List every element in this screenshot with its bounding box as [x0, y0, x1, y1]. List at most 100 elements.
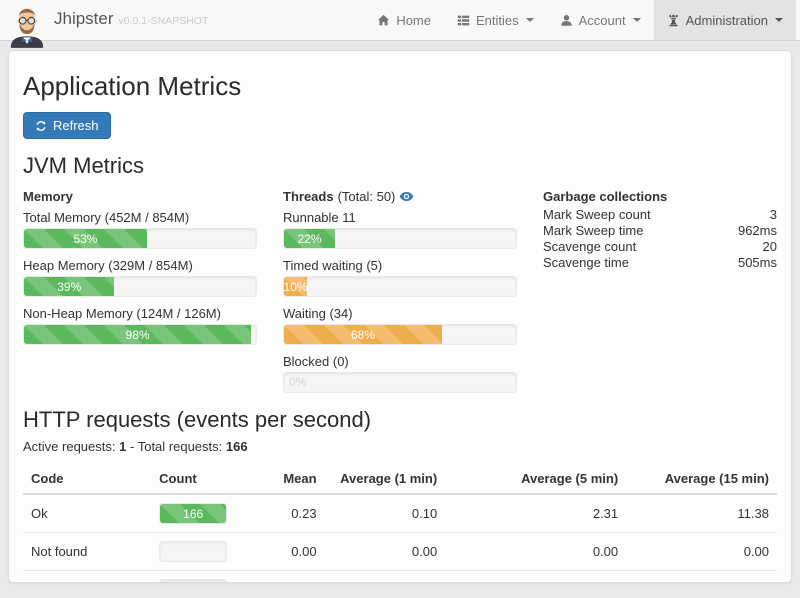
metric-label: Heap Memory (329M / 854M)	[23, 258, 257, 273]
threads-heading: Threads	[283, 189, 334, 204]
http-requests-title: HTTP requests (events per second)	[23, 407, 777, 433]
gc-label: Mark Sweep time	[543, 223, 643, 239]
navbar: Jhipster v0.0.1-SNAPSHOT Home Entities Ac…	[0, 0, 800, 41]
memory-column: Memory Total Memory (452M / 854M) 53% He…	[23, 185, 257, 393]
main-nav: Home Entities Account Administration	[364, 0, 796, 40]
metric: Timed waiting (5) 10%	[283, 258, 517, 297]
cell-avg15: 0.00	[626, 533, 777, 571]
requests-summary: Active requests: 1 - Total requests: 166	[23, 439, 777, 454]
gc-row: Scavenge count 20	[543, 239, 777, 255]
col-header-avg5: Average (5 min)	[445, 464, 626, 494]
table-row: Ok 166 0.23 0.10 2.31 11.38	[23, 494, 777, 533]
chevron-down-icon	[633, 18, 641, 22]
cell-code: Not found	[23, 533, 151, 571]
eye-icon[interactable]	[399, 189, 414, 204]
metric-label: Waiting (34)	[283, 306, 517, 321]
threads-total: (Total: 50)	[338, 189, 396, 204]
nav-item-administration[interactable]: Administration	[654, 0, 796, 40]
cell-avg1: 0.00	[325, 571, 446, 584]
refresh-icon	[35, 120, 47, 132]
cell-count	[151, 571, 249, 584]
count-progress-bar: 166	[160, 504, 226, 523]
cell-code: Server Error	[23, 571, 151, 584]
cell-avg5: 2.31	[445, 494, 626, 533]
nav-item-label: Home	[396, 13, 431, 28]
col-header-avg1: Average (1 min)	[325, 464, 446, 494]
brand-link[interactable]: Jhipster v0.0.1-SNAPSHOT	[54, 0, 208, 41]
jvm-metrics-row: Memory Total Memory (452M / 854M) 53% He…	[23, 185, 777, 393]
nav-item-account[interactable]: Account	[547, 0, 654, 40]
progress-track: 68%	[283, 324, 517, 345]
brand-version: v0.0.1-SNAPSHOT	[119, 15, 209, 27]
gc-value: 962ms	[738, 223, 777, 239]
refresh-button[interactable]: Refresh	[23, 112, 111, 139]
gc-row: Mark Sweep count 3	[543, 207, 777, 223]
nav-item-entities[interactable]: Entities	[444, 0, 547, 40]
progress-track: 98%	[23, 324, 257, 345]
metric: Blocked (0) 0%	[283, 354, 517, 393]
jhipster-logo-avatar	[7, 2, 47, 48]
http-requests-table: Code Count Mean Average (1 min) Average …	[23, 464, 777, 583]
progress-bar: 10%	[284, 277, 307, 296]
gc-label: Scavenge count	[543, 239, 636, 255]
metric: Heap Memory (329M / 854M) 39%	[23, 258, 257, 297]
cell-avg5: 0.00	[445, 533, 626, 571]
gc-label: Mark Sweep count	[543, 207, 651, 223]
total-requests-label: Total requests:	[138, 439, 223, 454]
progress-track: 22%	[283, 228, 517, 249]
cell-avg15: 11.38	[626, 494, 777, 533]
progress-bar: 39%	[24, 277, 114, 296]
brand-title: Jhipster	[54, 9, 114, 28]
page-title: Application Metrics	[23, 71, 777, 102]
active-requests-value: 1	[119, 439, 126, 454]
cell-avg1: 0.00	[325, 533, 446, 571]
gc-column: Garbage collections Mark Sweep count 3 M…	[543, 185, 777, 393]
metric-label: Timed waiting (5)	[283, 258, 517, 273]
col-header-mean: Mean	[249, 464, 324, 494]
gc-row: Mark Sweep time 962ms	[543, 223, 777, 239]
metric-label: Blocked (0)	[283, 354, 517, 369]
cell-avg5: 0.00	[445, 571, 626, 584]
gc-value: 20	[763, 239, 777, 255]
gc-value: 3	[770, 207, 777, 223]
count-progress-track	[159, 579, 227, 583]
col-header-code: Code	[23, 464, 151, 494]
gc-value: 505ms	[738, 255, 777, 271]
nav-item-label: Account	[579, 13, 626, 28]
gc-heading: Garbage collections	[543, 189, 667, 204]
threads-column: Threads (Total: 50) Runnable 11 22% Time…	[283, 185, 517, 393]
table-row: Not found 0.00 0.00 0.00 0.00	[23, 533, 777, 571]
progress-bar: 22%	[284, 229, 335, 248]
progress-bar: 68%	[284, 325, 442, 344]
jvm-metrics-title: JVM Metrics	[23, 153, 777, 179]
progress-track: 0%	[283, 372, 517, 393]
metric: Runnable 11 22%	[283, 210, 517, 249]
progress-bar: 98%	[24, 325, 251, 344]
cell-code: Ok	[23, 494, 151, 533]
refresh-button-label: Refresh	[53, 118, 99, 133]
user-icon	[560, 14, 573, 27]
progress-track: 10%	[283, 276, 517, 297]
main-content: Application Metrics Refresh JVM Metrics …	[8, 50, 792, 583]
count-progress-track: 166	[159, 503, 227, 524]
nav-item-home[interactable]: Home	[364, 0, 444, 40]
home-icon	[377, 14, 390, 27]
chevron-down-icon	[775, 18, 783, 22]
metric-label: Total Memory (452M / 854M)	[23, 210, 257, 225]
nav-item-label: Entities	[476, 13, 519, 28]
count-progress-track	[159, 541, 227, 562]
col-header-count: Count	[151, 464, 249, 494]
col-header-avg15: Average (15 min)	[626, 464, 777, 494]
memory-heading: Memory	[23, 189, 73, 204]
list-icon	[457, 14, 470, 27]
cell-count	[151, 533, 249, 571]
tower-icon	[667, 14, 680, 27]
metric: Non-Heap Memory (124M / 126M) 98%	[23, 306, 257, 345]
nav-item-label: Administration	[686, 13, 768, 28]
progress-track: 39%	[23, 276, 257, 297]
table-row: Server Error 0.00 0.00 0.00 0.00	[23, 571, 777, 584]
progress-bar: 53%	[24, 229, 147, 248]
gc-row: Scavenge time 505ms	[543, 255, 777, 271]
metric: Waiting (34) 68%	[283, 306, 517, 345]
gc-label: Scavenge time	[543, 255, 629, 271]
